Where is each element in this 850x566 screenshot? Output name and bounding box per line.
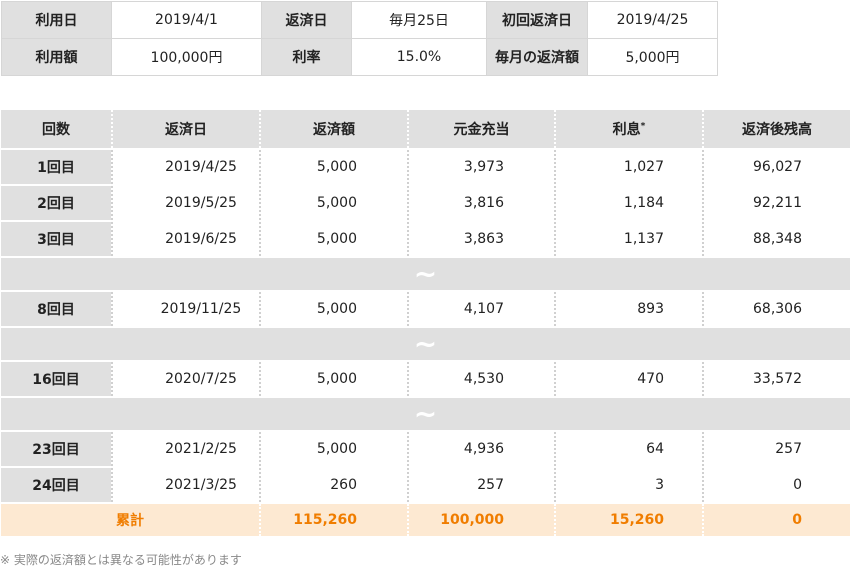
summary-row: 利用額 100,000円 利率 15.0% 毎月の返済額 5,000円 [1,38,718,76]
first-repayment-date-label: 初回返済日 [486,1,588,39]
schedule-header-row: 回数 返済日 返済額 元金充当 利息* 返済後残高 [1,110,850,148]
total-payment: 115,260 [259,504,407,536]
tilde-icon: ~ [1,328,850,360]
interest-rate-value: 15.0% [351,38,487,76]
row-principal: 4,936 [407,432,554,466]
header-payment: 返済額 [259,110,407,148]
row-payment: 5,000 [259,222,407,256]
usage-amount-label: 利用額 [1,38,112,76]
repayment-day-label: 返済日 [261,1,352,39]
monthly-payment-value: 5,000円 [587,38,718,76]
table-row: 23回目 2021/2/25 5,000 4,936 64 257 [1,432,850,466]
row-payment: 5,000 [259,186,407,220]
total-row: 累計 115,260 100,000 15,260 0 [1,504,850,536]
row-balance: 96,027 [702,150,850,184]
row-payment: 5,000 [259,432,407,466]
table-row: 16回目 2020/7/25 5,000 4,530 470 33,572 [1,362,850,396]
row-interest: 1,137 [554,222,702,256]
row-payment: 5,000 [259,150,407,184]
monthly-payment-label: 毎月の返済額 [486,38,588,76]
table-row: 1回目 2019/4/25 5,000 3,973 1,027 96,027 [1,150,850,184]
row-count: 16回目 [1,362,111,396]
header-date: 返済日 [111,110,259,148]
interest-rate-label: 利率 [261,38,352,76]
row-count: 1回目 [1,150,111,184]
header-count: 回数 [1,110,111,148]
total-principal: 100,000 [407,504,554,536]
total-balance: 0 [702,504,850,536]
repayment-day-value: 毎月25日 [351,1,487,39]
row-interest: 470 [554,362,702,396]
row-date: 2020/7/25 [111,362,259,396]
row-balance: 68,306 [702,292,850,326]
row-balance: 33,572 [702,362,850,396]
row-principal: 4,107 [407,292,554,326]
usage-date-label: 利用日 [1,1,112,39]
total-interest: 15,260 [554,504,702,536]
row-interest: 3 [554,468,702,502]
row-count: 2回目 [1,186,111,220]
row-date: 2019/5/25 [111,186,259,220]
row-date: 2019/11/25 [111,292,259,326]
row-interest: 1,027 [554,150,702,184]
table-row: 2回目 2019/5/25 5,000 3,816 1,184 92,211 [1,186,850,220]
tilde-icon: ~ [1,398,850,430]
row-date: 2019/6/25 [111,222,259,256]
row-principal: 3,863 [407,222,554,256]
row-count: 24回目 [1,468,111,502]
header-interest: 利息* [554,110,702,148]
row-date: 2019/4/25 [111,150,259,184]
row-principal: 3,816 [407,186,554,220]
tilde-icon: ~ [1,258,850,290]
header-interest-label: 利息 [612,122,641,138]
row-payment: 5,000 [259,292,407,326]
row-payment: 260 [259,468,407,502]
total-label: 累計 [1,504,259,536]
row-interest: 893 [554,292,702,326]
row-principal: 257 [407,468,554,502]
first-repayment-date-value: 2019/4/25 [587,1,718,39]
omitted-rows-separator: ~ [1,328,850,360]
row-count: 23回目 [1,432,111,466]
usage-amount-value: 100,000円 [111,38,262,76]
omitted-rows-separator: ~ [1,398,850,430]
repayment-schedule-table: 回数 返済日 返済額 元金充当 利息* 返済後残高 1回目 2019/4/25 … [1,108,850,538]
row-date: 2021/3/25 [111,468,259,502]
loan-summary-table: 利用日 2019/4/1 返済日 毎月25日 初回返済日 2019/4/25 利… [1,1,718,76]
summary-row: 利用日 2019/4/1 返済日 毎月25日 初回返済日 2019/4/25 [1,1,718,39]
row-balance: 257 [702,432,850,466]
row-principal: 4,530 [407,362,554,396]
row-principal: 3,973 [407,150,554,184]
header-principal: 元金充当 [407,110,554,148]
row-payment: 5,000 [259,362,407,396]
row-balance: 88,348 [702,222,850,256]
row-count: 8回目 [1,292,111,326]
header-balance: 返済後残高 [702,110,850,148]
row-count: 3回目 [1,222,111,256]
interest-footnote-mark: * [640,121,646,132]
table-row: 8回目 2019/11/25 5,000 4,107 893 68,306 [1,292,850,326]
row-interest: 64 [554,432,702,466]
table-row: 24回目 2021/3/25 260 257 3 0 [1,468,850,502]
omitted-rows-separator: ~ [1,258,850,290]
usage-date-value: 2019/4/1 [111,1,262,39]
row-balance: 92,211 [702,186,850,220]
row-date: 2021/2/25 [111,432,259,466]
disclaimer-note: ※ 実際の返済額とは異なる可能性があります [0,553,242,566]
row-interest: 1,184 [554,186,702,220]
table-row: 3回目 2019/6/25 5,000 3,863 1,137 88,348 [1,222,850,256]
row-balance: 0 [702,468,850,502]
